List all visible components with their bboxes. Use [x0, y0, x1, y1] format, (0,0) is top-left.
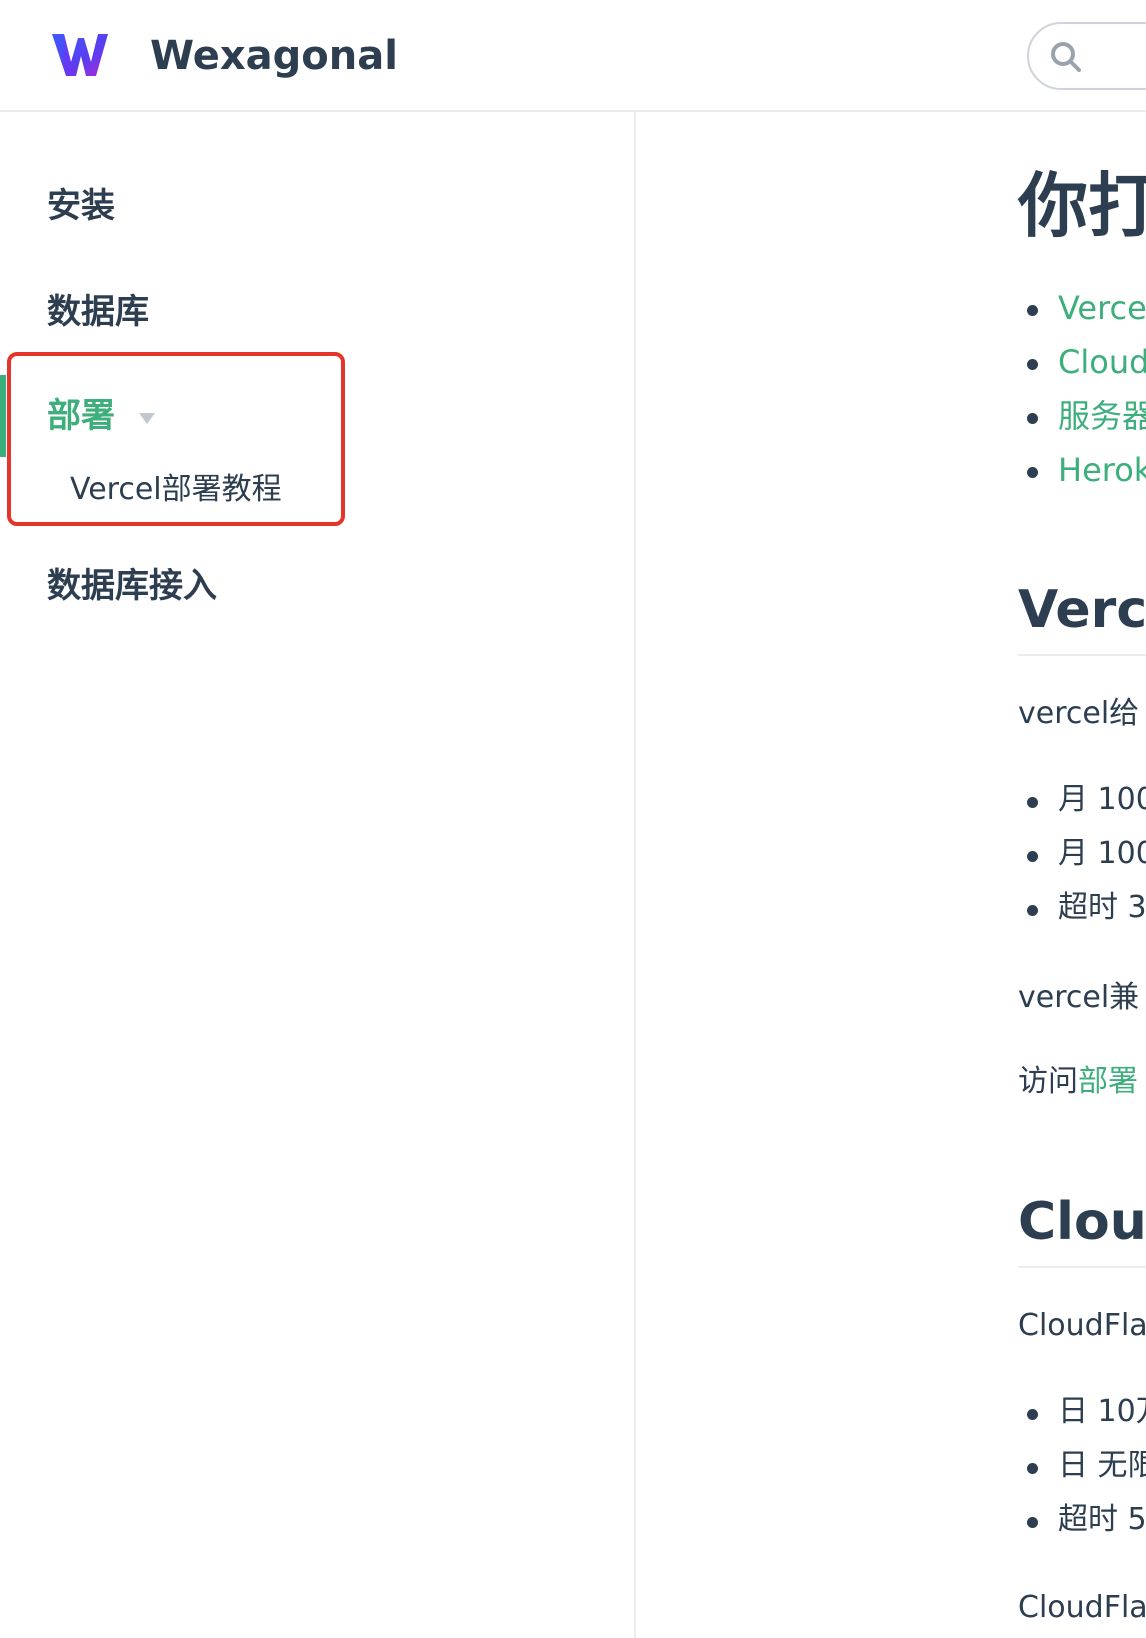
section-paragraph: CloudFla — [1018, 1308, 1146, 1343]
toc-item: Cloud — [1018, 338, 1146, 392]
toc-link-server[interactable]: 服务器 — [1058, 397, 1146, 435]
sidebar: 安装 数据库 部署 Vercel部署教程 数据库接入 — [0, 112, 636, 1638]
visit-paragraph: 访问部署 — [1018, 1060, 1138, 1104]
list-item: 月 100 — [1018, 830, 1146, 884]
list-item: 月 100 — [1018, 776, 1146, 830]
active-indicator — [0, 375, 6, 457]
search-input[interactable] — [1099, 38, 1146, 74]
toc-link-vercel[interactable]: Vercel — [1058, 289, 1146, 327]
deploy-link[interactable]: 部署 — [1078, 1064, 1138, 1099]
section-heading-vercel: Verce — [1018, 580, 1146, 640]
toc-item: 服务器 — [1018, 392, 1146, 446]
toc-link-heroku[interactable]: Herok — [1058, 451, 1146, 489]
heading-divider — [1018, 654, 1146, 656]
sidebar-item-database[interactable]: 数据库 — [47, 288, 149, 336]
list-item: 日 无限 — [1018, 1442, 1146, 1496]
toc-item: Herok — [1018, 446, 1146, 500]
toc-link-cloudflare[interactable]: Cloud — [1058, 343, 1146, 381]
toc-item: Vercel — [1018, 284, 1146, 338]
feature-list: 月 100 月 100 超时 3 — [1018, 776, 1146, 938]
wexagonal-logo-icon[interactable] — [50, 28, 110, 82]
section-paragraph: vercel兼 — [1018, 980, 1140, 1015]
section-paragraph: vercel给 — [1018, 696, 1140, 731]
page-title: 你打 — [1018, 165, 1146, 247]
site-name[interactable]: Wexagonal — [150, 28, 398, 84]
heading-divider — [1018, 1266, 1146, 1268]
search-icon — [1051, 42, 1081, 72]
section-paragraph: CloudFla — [1018, 1590, 1146, 1625]
list-item: 日 10万 — [1018, 1388, 1146, 1442]
section-heading-cloudflare: Clouc — [1018, 1192, 1146, 1252]
feature-list: 日 10万 日 无限 超时 5 — [1018, 1388, 1146, 1550]
navbar: Wexagonal — [0, 0, 1146, 112]
sidebar-item-install[interactable]: 安装 — [47, 182, 115, 230]
search-box[interactable] — [1027, 22, 1146, 90]
highlight-annotation-box — [7, 352, 345, 526]
list-item: 超时 3 — [1018, 884, 1146, 938]
visit-prefix: 访问 — [1018, 1064, 1078, 1099]
list-item: 超时 5 — [1018, 1496, 1146, 1550]
table-of-contents: Vercel Cloud 服务器 Herok — [1018, 284, 1146, 500]
sidebar-item-database-access[interactable]: 数据库接入 — [47, 562, 217, 610]
main-content: 你打 Vercel Cloud 服务器 Herok Verce vercel给 … — [638, 112, 1146, 1638]
